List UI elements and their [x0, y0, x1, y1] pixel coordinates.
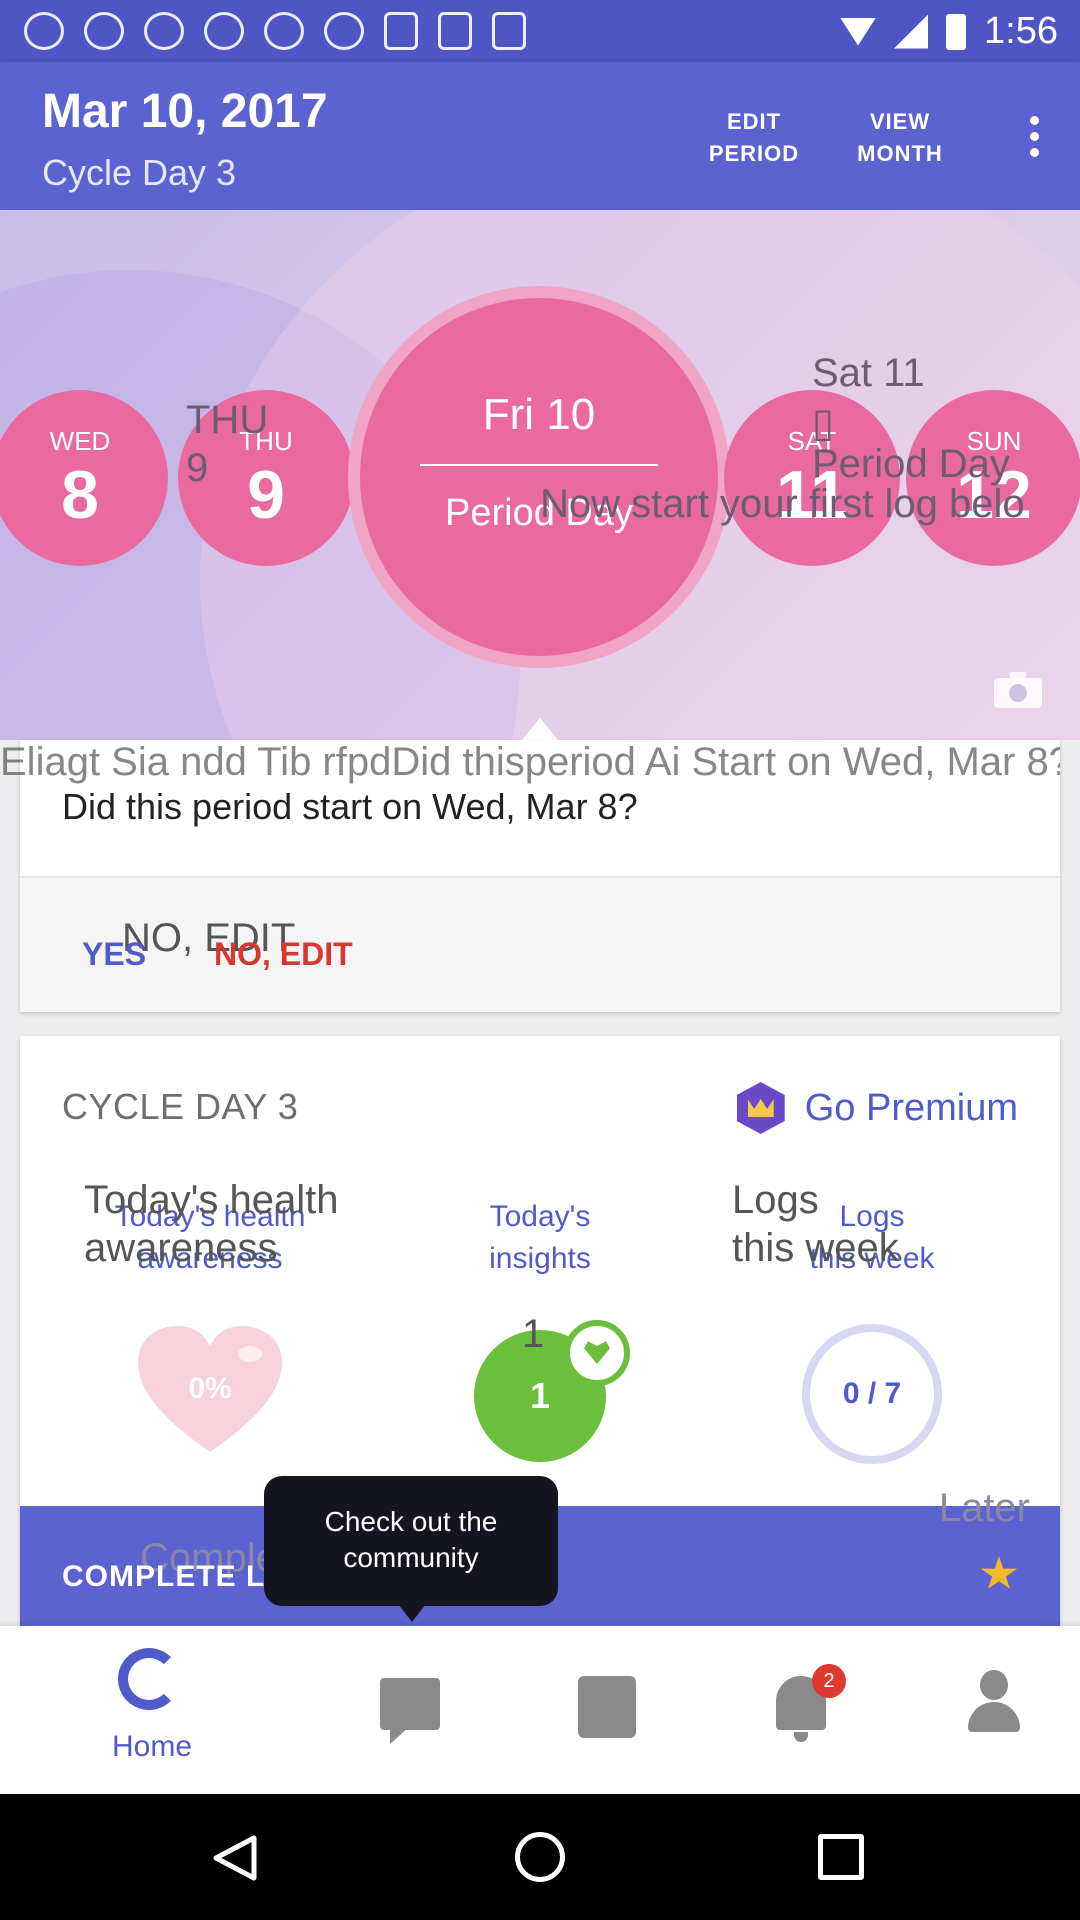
go-premium-button[interactable]: Go Premium	[736, 1082, 1018, 1134]
day-number: 8	[61, 457, 99, 533]
notification-badge: 2	[812, 1664, 846, 1698]
accessibility-overlay-logs: Logs this week	[732, 1178, 899, 1270]
abc7-notification-icon	[204, 12, 244, 50]
abc7-notification-icon	[144, 12, 184, 50]
edit-period-button[interactable]: EDIT PERIOD	[684, 106, 824, 170]
accessibility-overlay-insights: 1	[522, 1312, 545, 1356]
accessibility-overlay-period-day: Period Day	[812, 442, 1010, 486]
home-circle-icon[interactable]	[515, 1832, 565, 1882]
stat-label: Today's insights	[489, 1200, 591, 1275]
app-bar: Mar 10, 2017 Cycle Day 3 EDIT PERIOD VIE…	[0, 62, 1080, 210]
abc7-notification-icon	[24, 12, 64, 50]
notification-icons	[24, 12, 526, 50]
period-start-card: Eliagt Sia ndd Tib rfpdDid thisperiod Ai…	[0, 740, 1060, 1012]
selected-day-circle[interactable]: Fri 10 Period Day	[360, 298, 718, 656]
tooltip-text: Check out the community	[324, 1506, 498, 1573]
user-icon	[968, 1670, 1020, 1734]
selected-day-ring[interactable]: Fri 10 Period Day	[348, 286, 730, 668]
back-icon[interactable]	[212, 1834, 258, 1882]
health-awareness-value: 0%	[188, 1372, 231, 1405]
android-icon	[492, 12, 526, 50]
community-tooltip[interactable]: Check out the community	[264, 1476, 558, 1606]
divider	[420, 464, 658, 466]
day-wed-8[interactable]: WED 8	[0, 390, 168, 566]
nav-notifications[interactable]: 2	[720, 1626, 880, 1794]
insights-stat[interactable]: Today's insights	[400, 1196, 680, 1280]
abc7-notification-icon	[84, 12, 124, 50]
satellite-icon	[384, 12, 418, 50]
recent-apps-icon[interactable]	[818, 1834, 864, 1880]
camera-icon[interactable]	[994, 672, 1042, 708]
heart-icon[interactable]: 0%	[138, 1326, 282, 1454]
nav-profile[interactable]	[912, 1626, 1072, 1794]
status-right: 1:56	[840, 10, 1058, 53]
premium-crown-icon	[736, 1082, 785, 1134]
more-options-icon[interactable]	[1030, 116, 1040, 157]
yes-button[interactable]: YES	[82, 936, 146, 973]
accessibility-overlay-later: Later	[938, 1486, 1030, 1530]
day-strip: WED 8 THU 9 Fri 10 Period Day SAT 11 SUN…	[0, 210, 1080, 740]
accessibility-overlay-log-hint: Now start your first log belo	[540, 482, 1025, 526]
nav-community[interactable]	[328, 1626, 488, 1794]
card-actions: NO, EDIT YES NO, EDIT	[20, 878, 1060, 1012]
accessibility-overlay-text: Eliagt Sia ndd Tib rfpdDid thisperiod Ai…	[0, 740, 1060, 784]
accessibility-overlay-thu: THU 9	[186, 398, 269, 490]
chat-icon	[380, 1678, 440, 1730]
star-icon[interactable]	[980, 1556, 1018, 1589]
selected-day: Fri 10	[482, 390, 596, 439]
view-month-button[interactable]: VIEW MONTH	[830, 106, 970, 170]
phone-book-icon	[578, 1676, 636, 1738]
day-name: WED	[49, 426, 111, 456]
no-edit-button[interactable]: NO, EDIT	[214, 936, 353, 973]
home-icon	[118, 1648, 180, 1710]
go-premium-label: Go Premium	[804, 1086, 1018, 1129]
lock-icon	[438, 12, 472, 50]
bottom-nav: Home 2	[0, 1626, 1080, 1794]
page-title: Mar 10, 2017	[42, 85, 328, 138]
battery-icon	[946, 13, 967, 50]
accessibility-overlay-health: Today's health awareness	[84, 1178, 339, 1270]
nav-home[interactable]: Home	[72, 1626, 232, 1794]
wifi-icon	[840, 17, 877, 46]
status-bar: 1:56	[0, 0, 1080, 62]
system-nav-bar	[0, 1794, 1080, 1920]
abc7-notification-icon	[264, 12, 304, 50]
period-question: Did this period start on Wed, Mar 8?	[62, 786, 638, 827]
accessibility-overlay-sat: Sat 11 ▯	[812, 351, 925, 445]
nav-home-label: Home	[111, 1730, 193, 1763]
cycle-day-subtitle: Cycle Day 3	[42, 152, 237, 193]
logs-progress-ring[interactable]: 0 / 7	[802, 1324, 942, 1464]
cycle-day-title: CYCLE DAY 3	[62, 1086, 299, 1127]
clock: 1:56	[984, 10, 1058, 52]
heartbeat-icon	[564, 1320, 630, 1386]
signal-icon	[894, 14, 929, 49]
info-icon	[324, 12, 364, 50]
nav-contacts[interactable]	[528, 1626, 688, 1794]
